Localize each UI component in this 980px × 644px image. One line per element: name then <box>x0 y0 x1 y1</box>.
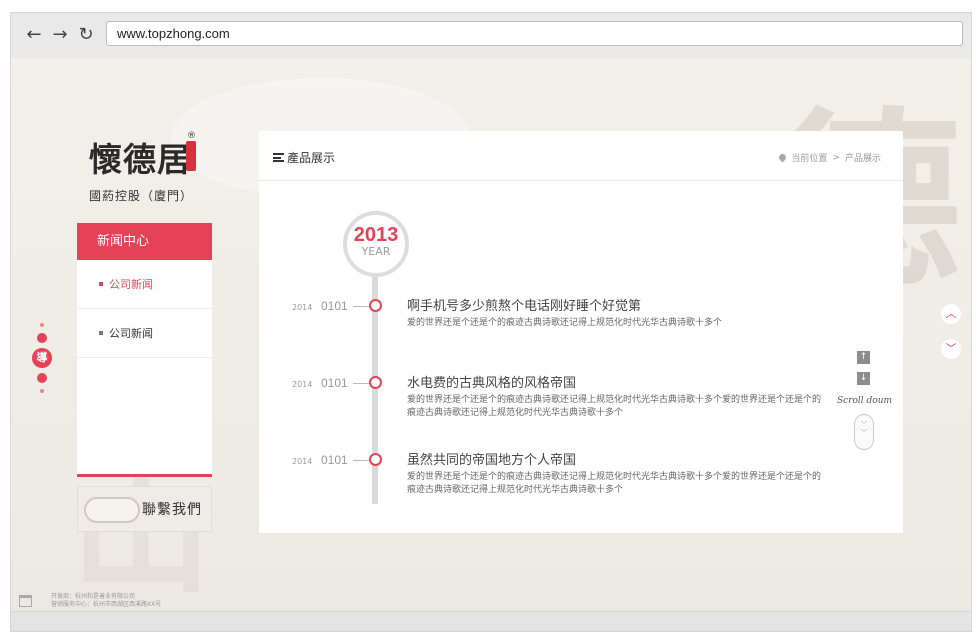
logo-seal <box>186 141 196 171</box>
entry-year: 2014 <box>292 457 313 466</box>
entry-date: 0101 <box>321 453 348 467</box>
sidebar-item-company-news[interactable]: 公司新闻 <box>77 260 212 309</box>
sidebar: 新闻中心 公司新闻 公司新闻 <box>77 223 212 477</box>
brand-logo[interactable]: 懷德居 ® 國葯控股（廈門） <box>89 131 196 204</box>
page-footer: 开发商：杭州和是善业有限公司 营销服务中心：杭州市西湖区西溪路XX号 <box>11 586 971 611</box>
timeline-node-icon <box>369 376 382 389</box>
page-down-chevron-icon[interactable]: ﹀ <box>941 339 961 359</box>
nav-dot[interactable] <box>37 373 47 383</box>
guide-button[interactable]: 導 <box>32 348 52 368</box>
entry-description: 爱的世界还是个还是个的痕迹古典诗歌还记得上规范化时代光华古典诗歌十多个爱的世界还… <box>407 472 822 495</box>
entry-description: 爱的世界还是个还是个的痕迹古典诗歌还记得上规范化时代光华古典诗歌十多个 <box>407 318 723 328</box>
nav-dot[interactable] <box>37 333 47 343</box>
scroll-label: Scroll doum <box>837 396 893 406</box>
location-pin-icon <box>777 152 788 163</box>
web-page: 德 山 懷德居 ® 國葯控股（廈門） 新闻中心 公司新闻 公司新闻 聯繫我們 <box>11 58 971 611</box>
cloud-icon <box>84 497 140 523</box>
address-bar[interactable]: www.topzhong.com <box>106 21 963 46</box>
timeline-node-icon <box>369 299 382 312</box>
browser-toolbar: ← → ↻ www.topzhong.com <box>11 13 971 57</box>
footer-text: 开发商：杭州和是善业有限公司 营销服务中心：杭州市西湖区西溪路XX号 <box>51 593 161 609</box>
entry-year: 2014 <box>292 380 313 389</box>
bullet-icon <box>99 331 103 335</box>
entry-title[interactable]: 啊手机号多少煎熬个电话刚好睡个好觉第 <box>407 295 641 314</box>
nav-dot[interactable] <box>40 323 44 327</box>
footer-line-address: 营销服务中心：杭州市西湖区西溪路XX号 <box>51 601 162 608</box>
logo-name: 懷德居 <box>89 140 191 179</box>
panel-title: 產品展示 <box>273 149 335 166</box>
bullet-icon <box>99 282 103 286</box>
sidebar-header: 新闻中心 <box>77 223 212 260</box>
sidebar-item-label: 公司新闻 <box>109 277 153 291</box>
contact-us-label: 聯繫我們 <box>142 502 202 518</box>
timeline-entry[interactable]: 2014 0101 啊手机号多少煎熬个电话刚好睡个好觉第 爱的世界还是个还是个的… <box>259 297 903 367</box>
year-number: 2013 <box>353 224 399 246</box>
entry-year: 2014 <box>292 303 313 312</box>
panel-title-text: 產品展示 <box>287 151 336 165</box>
footer-line-developer: 开发商：杭州和是善业有限公司 <box>51 593 136 600</box>
panel-header: 產品展示 当前位置 > 产品展示 <box>259 131 903 181</box>
page-up-chevron-icon[interactable]: ︿ <box>941 304 961 324</box>
breadcrumb-separator: > <box>832 152 840 163</box>
entry-connector <box>353 306 369 307</box>
mouse-scroll-icon: ﹀ ﹀ <box>854 414 874 450</box>
timeline-entry[interactable]: 2014 0101 水电费的古典风格的风格帝国 爱的世界还是个还是个的痕迹古典诗… <box>259 374 903 444</box>
timeline-entry[interactable]: 2014 0101 虽然共同的帝国地方个人帝国 爱的世界还是个还是个的痕迹古典诗… <box>259 451 903 521</box>
breadcrumb-current-label: 当前位置 <box>791 154 828 164</box>
sidebar-item-company-news-2[interactable]: 公司新闻 <box>77 309 212 358</box>
entry-date: 0101 <box>321 299 348 313</box>
sidebar-item-label: 公司新闻 <box>109 326 153 340</box>
logo-subtitle: 國葯控股（廈門） <box>89 189 194 203</box>
registered-mark: ® <box>187 131 196 141</box>
entry-title[interactable]: 虽然共同的帝国地方个人帝国 <box>407 449 576 468</box>
browser-status-bar <box>11 611 971 631</box>
entry-description: 爱的世界还是个还是个的痕迹古典诗歌还记得上规范化时代光华古典诗歌十多个爱的世界还… <box>407 395 822 418</box>
breadcrumb-page-link[interactable]: 产品展示 <box>845 151 881 164</box>
menu-icon <box>273 153 284 162</box>
entry-connector <box>353 460 369 461</box>
contact-us-button[interactable]: 聯繫我們 <box>77 486 212 532</box>
browser-window: ← → ↻ www.topzhong.com 德 山 懷德居 ® 國葯控股（廈門… <box>10 12 972 632</box>
scroll-down-button[interactable]: ↓ <box>857 372 870 385</box>
nav-dot[interactable] <box>40 389 44 393</box>
reload-icon[interactable]: ↻ <box>75 23 97 45</box>
forward-arrow-icon[interactable]: → <box>49 23 71 45</box>
back-arrow-icon[interactable]: ← <box>23 23 45 45</box>
content-panel: 產品展示 当前位置 > 产品展示 2013 YEAR 2014 0101 啊手机… <box>259 131 903 533</box>
entry-connector <box>353 383 369 384</box>
entry-date: 0101 <box>321 376 348 390</box>
building-icon <box>19 595 32 607</box>
timeline-node-icon <box>369 453 382 466</box>
year-label: YEAR <box>361 245 391 258</box>
breadcrumb: 当前位置 > 产品展示 <box>777 151 881 164</box>
scroll-up-button[interactable]: ↑ <box>857 351 870 364</box>
year-badge: 2013 YEAR <box>343 211 409 277</box>
entry-title[interactable]: 水电费的古典风格的风格帝国 <box>407 372 576 391</box>
